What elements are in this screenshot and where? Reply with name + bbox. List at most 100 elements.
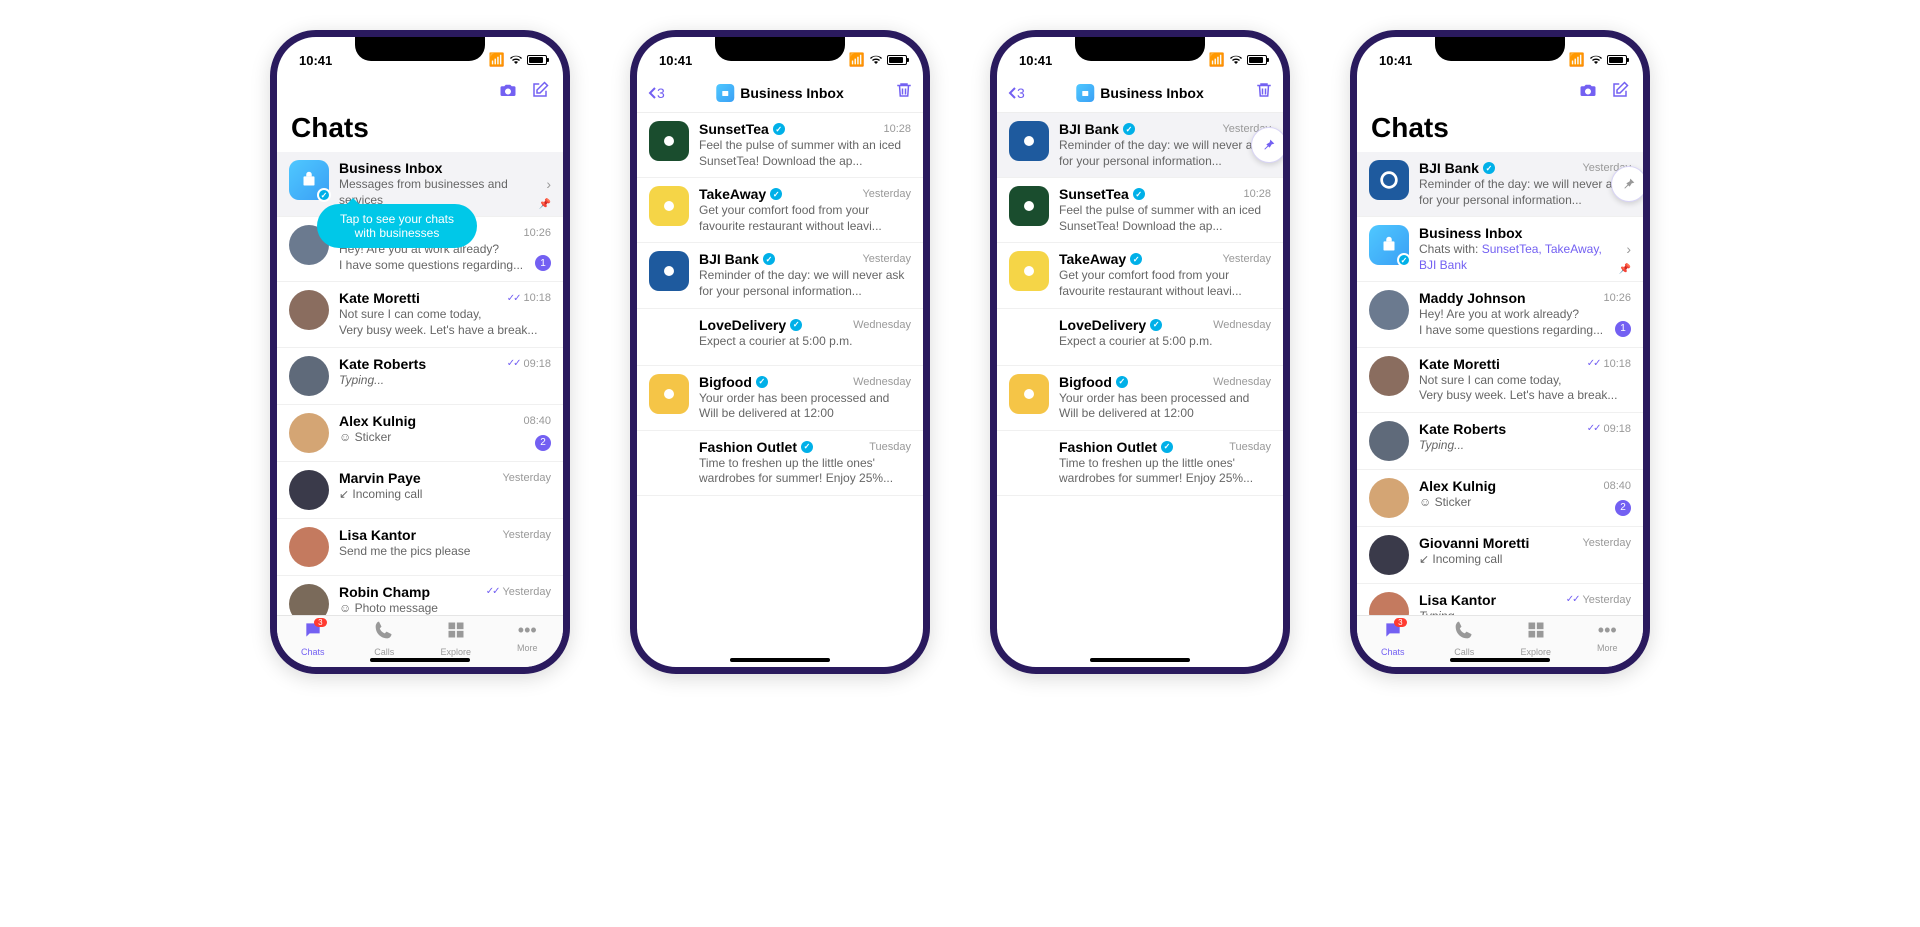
user-avatar — [289, 527, 329, 567]
tab-chats[interactable]: 3 Chats — [1357, 620, 1429, 657]
chat-time: 10:26 — [523, 227, 551, 239]
pin-button[interactable] — [1251, 127, 1283, 163]
pin-button[interactable] — [1611, 166, 1643, 202]
back-button[interactable]: 3 — [647, 85, 665, 101]
chat-preview: Feel the pulse of summer with an iced Su… — [1059, 203, 1271, 234]
more-icon: ••• — [1598, 620, 1617, 641]
tab-label: Calls — [374, 647, 394, 657]
verified-icon: ✓ — [1150, 319, 1162, 331]
business-row[interactable]: BJI Bank✓YesterdayReminder of the day: w… — [997, 113, 1283, 178]
tab-more[interactable]: ••• More — [1572, 620, 1644, 657]
chat-row[interactable]: 2Alex Kulnig08:40☺ Sticker — [1357, 470, 1643, 527]
chat-time: 10:18 — [523, 292, 551, 304]
chat-row[interactable]: Kate Moretti✓✓10:18Not sure I can come t… — [1357, 348, 1643, 413]
business-avatar — [1009, 374, 1049, 414]
chat-name: Bigfood✓ — [699, 374, 768, 390]
battery-icon — [1247, 55, 1267, 65]
chat-time: Yesterday — [862, 253, 911, 265]
tab-explore[interactable]: Explore — [420, 620, 492, 657]
chat-name: BJI Bank✓ — [699, 251, 775, 267]
business-avatar — [1369, 160, 1409, 200]
header-nav: 3 Business Inbox — [637, 77, 923, 113]
business-row[interactable]: SunsetTea✓10:28Feel the pulse of summer … — [637, 113, 923, 178]
chat-list[interactable]: BJI Bank ✓ Yesterday Reminder of the day… — [1357, 152, 1643, 615]
chat-preview: Hey! Are you at work already? I have som… — [1419, 307, 1631, 338]
chat-name: SunsetTea✓ — [1059, 186, 1145, 202]
chat-row[interactable]: Giovanni MorettiYesterday↙ Incoming call — [1357, 527, 1643, 584]
chat-preview: Typing... — [339, 373, 551, 389]
business-list[interactable]: SunsetTea✓10:28Feel the pulse of summer … — [637, 113, 923, 667]
chat-name: LoveDelivery✓ — [699, 317, 802, 333]
onboarding-tooltip[interactable]: Tap to see your chats with businesses — [317, 204, 477, 248]
chat-preview: Expect a courier at 5:00 p.m. — [1059, 334, 1271, 350]
business-row[interactable]: LoveDelivery✓WednesdayExpect a courier a… — [637, 309, 923, 366]
business-row[interactable]: SunsetTea✓ 10:28 Feel the pulse of summer … — [997, 178, 1283, 243]
chat-row[interactable]: Kate Roberts✓✓09:18Typing... — [1357, 413, 1643, 470]
verified-icon: ✓ — [1130, 253, 1142, 265]
business-row[interactable]: BJI Bank✓YesterdayReminder of the day: w… — [637, 243, 923, 308]
tab-more[interactable]: ••• More — [492, 620, 564, 657]
business-list[interactable]: BJI Bank✓YesterdayReminder of the day: w… — [997, 113, 1283, 667]
home-indicator[interactable] — [730, 658, 830, 662]
business-row[interactable]: Fashion Outlet✓TuesdayTime to freshen up… — [997, 431, 1283, 496]
chat-preview: ☺ Photo message — [339, 601, 551, 615]
business-row[interactable]: Fashion Outlet✓TuesdayTime to freshen up… — [637, 431, 923, 496]
chevron-right-icon: › — [1626, 241, 1631, 257]
pinned-chat-row[interactable]: BJI Bank ✓ Yesterday Reminder of the day… — [1357, 152, 1643, 217]
signal-icon: 📶 — [489, 52, 505, 68]
chat-row[interactable]: Kate Roberts✓✓09:18Typing... — [277, 348, 563, 405]
chat-row[interactable]: Marvin PayeYesterday↙ Incoming call — [277, 462, 563, 519]
chat-name: Business Inbox — [339, 160, 442, 176]
chat-row[interactable]: 2Alex Kulnig08:40☺ Sticker — [277, 405, 563, 462]
chevron-right-icon: › — [546, 176, 551, 192]
chat-row[interactable]: 1Maddy Johnson10:26Hey! Are you at work … — [1357, 282, 1643, 347]
business-row[interactable]: TakeAway✓YesterdayGet your comfort food … — [637, 178, 923, 243]
tab-calls[interactable]: Calls — [349, 620, 421, 657]
chat-time: Yesterday — [502, 586, 551, 598]
status-time: 10:41 — [1019, 53, 1052, 68]
tab-calls[interactable]: Calls — [1429, 620, 1501, 657]
grid-icon — [446, 620, 466, 645]
business-row[interactable]: Bigfood✓WednesdayYour order has been pro… — [637, 366, 923, 431]
chat-preview: Not sure I can come today, Very busy wee… — [1419, 373, 1631, 404]
chat-row[interactable]: Kate Moretti✓✓10:18Not sure I can come t… — [277, 282, 563, 347]
tab-chats[interactable]: 3 Chats — [277, 620, 349, 657]
tab-badge: 3 — [314, 618, 326, 627]
business-row[interactable]: LoveDelivery✓WednesdayExpect a courier a… — [997, 309, 1283, 366]
home-indicator[interactable] — [1090, 658, 1190, 662]
chat-time: 10:28 — [1243, 188, 1271, 200]
chat-preview: Your order has been processed and Will b… — [1059, 391, 1271, 422]
home-indicator[interactable] — [370, 658, 470, 662]
business-row[interactable]: Bigfood✓WednesdayYour order has been pro… — [997, 366, 1283, 431]
back-button[interactable]: 3 — [1007, 85, 1025, 101]
delete-button[interactable] — [1255, 81, 1273, 104]
chat-list[interactable]: ✓ Business Inbox Messages from businesse… — [277, 152, 563, 615]
grid-icon — [1526, 620, 1546, 645]
business-avatar — [649, 186, 689, 226]
chat-preview: ↙ Incoming call — [1419, 552, 1631, 568]
chat-name: Robin Champ — [339, 584, 430, 600]
tab-explore[interactable]: Explore — [1500, 620, 1572, 657]
home-indicator[interactable] — [1450, 658, 1550, 662]
compose-icon[interactable] — [531, 81, 549, 104]
more-icon: ••• — [518, 620, 537, 641]
chat-time: Yesterday — [862, 188, 911, 200]
chat-preview: Get your comfort food from your favourit… — [699, 203, 911, 234]
business-inbox-icon — [1076, 84, 1094, 102]
chat-row[interactable]: Lisa Kantor✓✓YesterdayTyping... — [1357, 584, 1643, 615]
compose-icon[interactable] — [1611, 81, 1629, 104]
chat-time: Wednesday — [853, 376, 911, 388]
pin-icon: 📌 — [1619, 264, 1631, 275]
business-inbox-row[interactable]: ✓ Business Inbox Chats with: SunsetTea, … — [1357, 217, 1643, 282]
verified-badge-icon: ✓ — [317, 188, 331, 202]
delete-button[interactable] — [895, 81, 913, 104]
business-avatar — [1009, 121, 1049, 161]
chat-row[interactable]: Lisa KantorYesterdaySend me the pics ple… — [277, 519, 563, 576]
chat-name: SunsetTea✓ — [699, 121, 785, 137]
business-row[interactable]: TakeAway✓YesterdayGet your comfort food … — [997, 243, 1283, 308]
camera-icon[interactable] — [1579, 81, 1597, 104]
camera-icon[interactable] — [499, 81, 517, 104]
chat-preview: Send me the pics please — [339, 544, 551, 560]
page-title: Chats — [1357, 110, 1643, 152]
chat-row[interactable]: Robin Champ✓✓Yesterday☺ Photo message — [277, 576, 563, 615]
